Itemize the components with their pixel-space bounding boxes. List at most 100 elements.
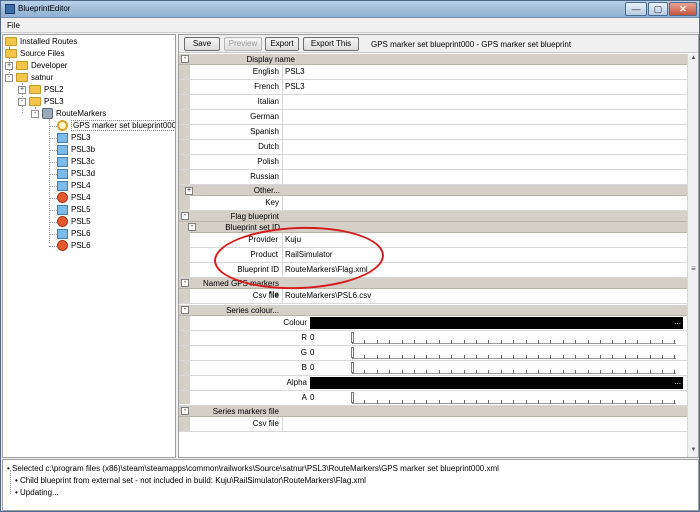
alpha-swatch[interactable]: ... [310, 377, 683, 389]
polish-value[interactable] [282, 155, 687, 169]
g-slider-track[interactable] [352, 353, 676, 359]
collapse-icon[interactable]: - [181, 279, 189, 287]
tree-item[interactable]: PSL3c [57, 156, 95, 168]
collapse-icon[interactable]: - [181, 306, 189, 314]
expand-icon[interactable]: + [5, 62, 13, 70]
save-button[interactable]: Save [184, 37, 220, 51]
minimize-button[interactable]: — [625, 2, 647, 16]
row-alpha[interactable]: Alpha ... [179, 376, 687, 391]
r-slider-track[interactable] [352, 338, 676, 344]
row-french[interactable]: French PSL3 [179, 80, 687, 95]
row-german[interactable]: German [179, 110, 687, 125]
tree-routemarkers[interactable]: - RouteMarkers [31, 108, 106, 120]
french-value[interactable]: PSL3 [282, 80, 687, 94]
menu-file[interactable]: File [7, 21, 20, 30]
row-g[interactable]: G0 [179, 346, 687, 361]
row-polish[interactable]: Polish [179, 155, 687, 170]
expand-icon[interactable]: + [185, 187, 193, 195]
b-slider-track[interactable] [352, 368, 676, 374]
row-dutch[interactable]: Dutch [179, 140, 687, 155]
tree-item[interactable]: PSL6 [57, 228, 91, 240]
slider-tick [550, 340, 552, 344]
row-a[interactable]: A0 [179, 391, 687, 406]
vertical-scrollbar[interactable]: ▲ ≡ ▼ [687, 54, 698, 457]
maximize-button[interactable]: ▢ [648, 2, 668, 16]
collapse-icon[interactable]: - [181, 212, 189, 220]
category-flag-blueprint[interactable]: - Flag blueprint [179, 211, 687, 222]
collapse-icon[interactable]: - [181, 407, 189, 415]
row-colour[interactable]: Colour ... [179, 316, 687, 331]
csv-file-value[interactable]: RouteMarkers\PSL6.csv [282, 289, 687, 303]
folder-icon [16, 73, 28, 83]
slider-tick [662, 340, 663, 344]
collapse-icon[interactable]: - [181, 55, 189, 63]
r-slider-thumb[interactable] [351, 332, 354, 343]
expand-icon[interactable]: + [18, 86, 26, 94]
collapse-icon[interactable]: - [18, 98, 26, 106]
row-key[interactable]: Key [179, 196, 687, 211]
tree-item[interactable]: PSL5 [57, 216, 91, 228]
b-slider-thumb[interactable] [351, 362, 354, 373]
error-icon [57, 216, 68, 228]
row-r[interactable]: R0 [179, 331, 687, 346]
g-slider-thumb[interactable] [351, 347, 354, 358]
a-slider-track[interactable] [352, 398, 676, 404]
slider-tick [662, 400, 663, 404]
category-other[interactable]: Other... [190, 185, 687, 196]
close-button[interactable]: ✕ [669, 2, 697, 16]
scroll-down-icon[interactable]: ▼ [689, 447, 698, 456]
row-csv-file-2[interactable]: Csv file [179, 417, 687, 432]
key-value[interactable] [282, 196, 687, 210]
row-russian[interactable]: Russian [179, 170, 687, 185]
collapse-icon[interactable]: - [31, 110, 39, 118]
category-series-markers[interactable]: - Series markers file [179, 406, 687, 417]
tree-item[interactable]: PSL4 [57, 180, 91, 192]
preview-button[interactable]: Preview [224, 37, 262, 51]
spanish-value[interactable] [282, 125, 687, 139]
tree-developer[interactable]: + Developer [5, 60, 67, 72]
csv-file-2-value[interactable] [282, 417, 687, 431]
tree-installed-routes[interactable]: Installed Routes [5, 36, 77, 48]
tree-item[interactable]: PSL5 [57, 204, 91, 216]
row-spanish[interactable]: Spanish [179, 125, 687, 140]
tree-psl2[interactable]: + PSL2 [18, 84, 64, 96]
english-value[interactable]: PSL3 [282, 65, 687, 79]
italian-value[interactable] [282, 95, 687, 109]
scroll-grip-icon[interactable]: ≡ [689, 264, 698, 273]
collapse-icon[interactable]: - [5, 74, 13, 82]
slider-tick [364, 400, 366, 404]
tree-item[interactable]: PSL6 [57, 240, 91, 252]
export-this-button[interactable]: Export This [303, 37, 359, 51]
german-value[interactable] [282, 110, 687, 124]
tree-satnur[interactable]: - satnur [5, 72, 53, 84]
row-b[interactable]: B0 [179, 361, 687, 376]
slider-tick [500, 355, 502, 359]
log-line: • Selected c:\program files (x86)\steam\… [7, 464, 499, 473]
row-italian[interactable]: Italian [179, 95, 687, 110]
scroll-up-icon[interactable]: ▲ [689, 55, 698, 64]
slider-tick [637, 355, 639, 359]
slider-tick [401, 400, 403, 404]
category-display-name[interactable]: - Display name [179, 54, 687, 65]
export-button[interactable]: Export [265, 37, 299, 51]
a-slider-thumb[interactable] [351, 392, 354, 403]
tree-item[interactable]: GPS marker set blueprint000 [57, 120, 175, 132]
title-bar[interactable]: BlueprintEditor — ▢ ✕ [1, 1, 699, 18]
error-icon [57, 192, 68, 204]
tree-item[interactable]: PSL3b [57, 144, 95, 156]
tree-item[interactable]: PSL3 [57, 132, 91, 144]
dutch-value[interactable] [282, 140, 687, 154]
russian-value[interactable] [282, 170, 687, 184]
tree-source-files[interactable]: Source Files [5, 48, 64, 60]
tree-psl3[interactable]: - PSL3 [18, 96, 64, 108]
tree-item[interactable]: PSL4 [57, 192, 91, 204]
row-english[interactable]: English PSL3 [179, 65, 687, 80]
slider-tick [364, 340, 366, 344]
row-csv-file[interactable]: Csv file RouteMarkers\PSL6.csv [179, 289, 687, 304]
category-series-colour[interactable]: - Series colour... [179, 305, 687, 316]
tree-item[interactable]: PSL3d [57, 168, 95, 180]
slider-tick [662, 370, 663, 374]
document-icon [57, 132, 68, 143]
colour-swatch[interactable]: ... [310, 317, 683, 329]
slider-tick [562, 400, 564, 404]
